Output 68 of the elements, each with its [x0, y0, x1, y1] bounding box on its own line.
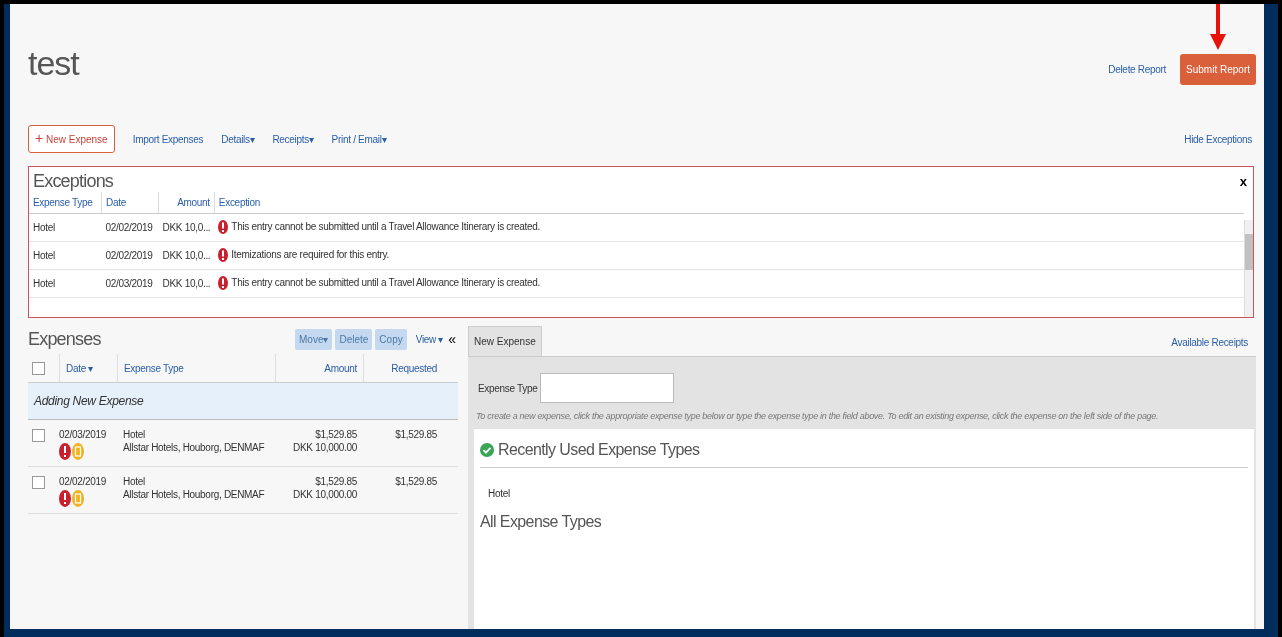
exceptions-title: Exceptions: [33, 171, 114, 192]
collapse-button[interactable]: «: [446, 331, 458, 347]
table-cell: Hotel: [29, 269, 102, 298]
column-header[interactable]: Amount: [158, 192, 215, 214]
report-title: test: [28, 44, 79, 83]
available-receipts-link[interactable]: Available Receipts: [1171, 337, 1248, 348]
table-cell: DKK 10,0...: [158, 269, 215, 298]
table-cell: 02/03/2019: [101, 269, 159, 298]
section-title: All Expense Types: [480, 513, 603, 531]
submit-report-button[interactable]: Submit Report: [1180, 54, 1256, 85]
column-header[interactable]: Exception: [214, 192, 1244, 214]
expense-date: 02/02/2019: [59, 475, 108, 488]
requested-amount: $1,529.85: [394, 428, 437, 441]
alert-icon: [218, 219, 229, 234]
row-checkbox[interactable]: [32, 476, 45, 489]
exception-message: This entry cannot be submitted until a Travel Allowance Itinerary is created.: [231, 221, 541, 232]
hint-text: To create a new expense, click the appropriate expense type below or type the expense type in the field above. To edit an existing expense, click the expense on the left side of the page.: [476, 411, 1160, 421]
column-header[interactable]: Expense Type: [117, 354, 275, 382]
alert-icon: [218, 247, 229, 262]
toolbar-menu-link[interactable]: Import Expenses: [132, 133, 204, 145]
select-all-checkbox[interactable]: [32, 361, 45, 375]
tab[interactable]: New Expense: [468, 326, 542, 356]
expense-amount: $1,529.85: [314, 475, 357, 488]
alert-icon: [218, 275, 229, 290]
column-header[interactable]: Expense Type: [29, 192, 102, 214]
scrollbar[interactable]: [1244, 220, 1253, 317]
foreign-amount: DKK 10,000.00: [292, 441, 357, 454]
foreign-amount: DKK 10,000.00: [292, 488, 357, 501]
column-header[interactable]: Date: [101, 192, 159, 214]
alert-icon: [59, 443, 71, 460]
close-button[interactable]: x: [1237, 174, 1249, 189]
alert-icon: [59, 490, 71, 507]
exception-message: Itemizations are required for this entry.: [231, 249, 389, 260]
receipt-warning-icon: [72, 443, 84, 460]
toolbar-menu-link[interactable]: Print / Email▾: [331, 133, 387, 145]
expense-vendor: Allstar Hotels, Houborg, DENMAF: [123, 441, 266, 454]
column-header[interactable]: Amount: [275, 354, 363, 382]
section-title: Recently Used Expense Types: [498, 441, 700, 459]
expense-type-link[interactable]: Hotel: [488, 488, 510, 499]
annotation-arrow: [1210, 4, 1227, 50]
row-checkbox[interactable]: [32, 429, 45, 442]
expense-type: Hotel: [123, 475, 146, 488]
table-cell: 02/02/2019: [101, 213, 159, 242]
toolbar-menu-link[interactable]: Details▾: [221, 133, 255, 145]
hide-exceptions-link[interactable]: Hide Exceptions: [1184, 133, 1252, 145]
table-cell: DKK 10,0...: [158, 213, 215, 242]
new-expense-button[interactable]: + New Expense: [28, 125, 115, 153]
table-cell: Hotel: [29, 241, 102, 270]
column-header[interactable]: Date ▾: [59, 354, 117, 382]
expenses-title: Expenses: [28, 328, 101, 350]
view-menu-link[interactable]: View ▾: [415, 333, 444, 345]
expense-date: 02/03/2019: [59, 428, 108, 441]
check-icon: [480, 443, 494, 457]
table-cell: DKK 10,0...: [158, 241, 215, 270]
exception-message: This entry cannot be submitted until a Travel Allowance Itinerary is created.: [231, 277, 541, 288]
expense-type-field[interactable]: [539, 373, 674, 403]
delete-report-link[interactable]: Delete Report: [1108, 64, 1167, 75]
toolbar-menu-link[interactable]: Receipts▾: [272, 133, 314, 145]
requested-amount: $1,529.85: [394, 475, 437, 488]
column-header[interactable]: Requested: [363, 354, 441, 382]
field-label: Expense Type: [478, 382, 538, 394]
table-cell: 02/02/2019: [101, 241, 159, 270]
expense-amount: $1,529.85: [314, 428, 357, 441]
expense-type: Hotel: [123, 428, 146, 441]
expense-vendor: Allstar Hotels, Houborg, DENMAF: [123, 488, 266, 501]
receipt-warning-icon: [72, 490, 84, 507]
adding-new-expense-row[interactable]: Adding New Expense: [28, 383, 458, 420]
table-cell: Hotel: [29, 213, 102, 242]
